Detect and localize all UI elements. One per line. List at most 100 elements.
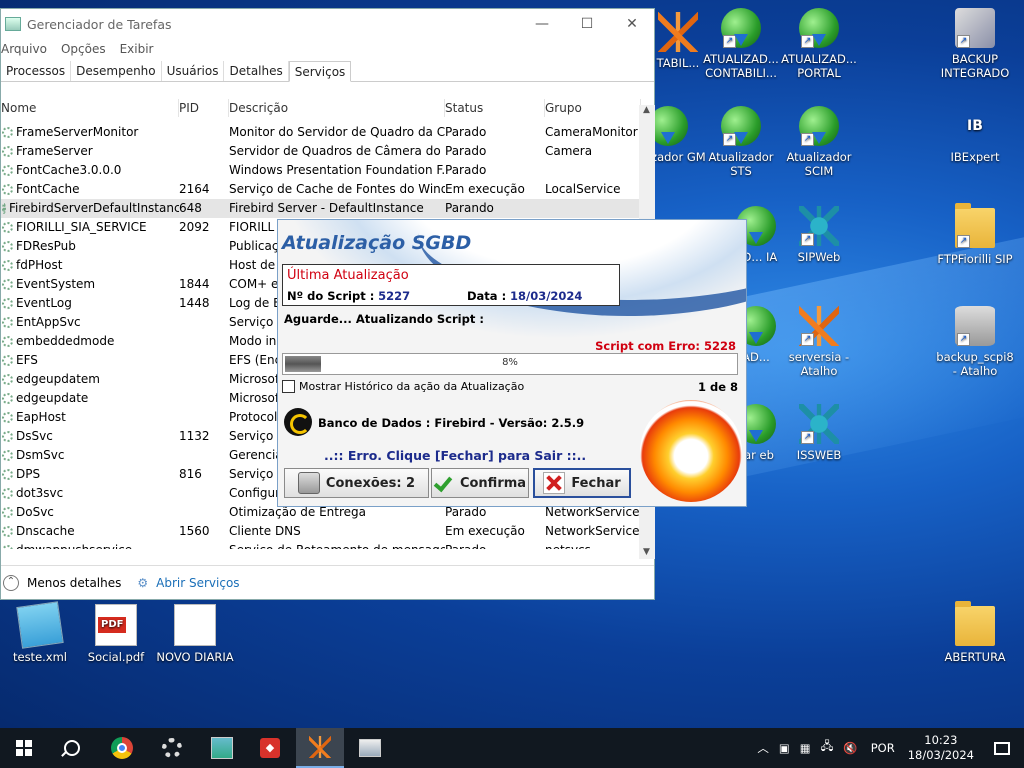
menu-exibir[interactable]: Exibir	[120, 42, 154, 56]
scroll-down-icon[interactable]: ▼	[643, 547, 650, 557]
service-name: FDResPub	[1, 237, 179, 256]
table-row[interactable]: FirebirdServerDefaultInstance 648 Firebird…	[1, 199, 641, 218]
connections-button[interactable]: Conexões: 2	[284, 468, 429, 498]
service-pid: 1448	[179, 296, 210, 310]
table-row[interactable]: FontCache 2164 Serviço de Cache de Fontes …	[1, 180, 641, 199]
language-indicator[interactable]: POR	[871, 741, 895, 755]
service-name-text: EventSystem	[16, 277, 96, 291]
service-gear-icon	[2, 260, 13, 271]
tab-detalhes[interactable]: Detalhes	[224, 61, 289, 81]
tray-expand-icon[interactable]: ︿	[757, 740, 769, 756]
table-row[interactable]: dmwappushservice Serviço de Roteamento de…	[1, 541, 641, 549]
taskbar-app-cabinet[interactable]	[198, 728, 246, 768]
column-header-pid[interactable]: PID	[179, 99, 229, 117]
desktop-icon-label: IBExpert	[950, 150, 1000, 164]
chevron-up-icon[interactable]: ⌃	[3, 575, 19, 591]
close-dialog-button[interactable]: Fechar	[533, 468, 631, 498]
desktop-icon-atualizador-contabil[interactable]: ↗ ATUALIZAD... CONTABILI...	[699, 8, 783, 80]
service-gear-icon	[2, 298, 13, 309]
service-gear-icon	[2, 374, 13, 385]
menu-opcoes[interactable]: Opções	[61, 42, 106, 56]
desktop-icon-issweb[interactable]: ↗ ISSWEB	[777, 404, 861, 462]
service-gear-icon	[2, 488, 13, 499]
column-header-status[interactable]: Status	[445, 99, 545, 117]
service-pid: 648	[179, 201, 202, 215]
service-name-text: DsSvc	[16, 429, 53, 443]
taskbar-sgbd-updater[interactable]	[296, 728, 344, 768]
red-x-icon	[543, 472, 566, 494]
tray-app-icon[interactable]: ▦	[800, 741, 811, 755]
open-services-link[interactable]: Abrir Serviços	[156, 576, 239, 590]
clock[interactable]: 10:23 18/03/2024	[908, 733, 974, 763]
column-header-grupo[interactable]: Grupo	[545, 99, 641, 117]
desktop-icon-backup-integrado[interactable]: ↗ BACKUP INTEGRADO	[933, 8, 1017, 80]
service-name-text: Dnscache	[16, 524, 75, 538]
desktop-icon-atualizador-sts[interactable]: ↗ Atualizador STS	[699, 106, 783, 178]
taskbar-chrome[interactable]	[98, 728, 146, 768]
notifications-icon[interactable]	[994, 741, 1010, 755]
globe-download-icon: ↗	[721, 8, 761, 48]
desktop-icon-teste-xml[interactable]: teste.xml	[0, 601, 82, 664]
desktop-icon-novo-diaria[interactable]: NOVO DIARIA	[153, 604, 237, 664]
taskbar-anydesk[interactable]: ◆	[246, 728, 294, 768]
checkmark-icon	[434, 473, 454, 493]
folder-icon: ↗	[955, 203, 995, 248]
service-desc: Windows Presentation Foundation F...	[229, 163, 445, 177]
error-message: ..:: Erro. Clique [Fechar] para Sair ::.…	[324, 448, 587, 463]
table-row[interactable]: Dnscache 1560 Cliente DNS Em execução Networ…	[1, 522, 641, 541]
desktop-icon-abertura[interactable]: ABERTURA	[933, 601, 1017, 664]
globe-download-icon: ↗	[721, 106, 761, 146]
menu-arquivo[interactable]: Arquivo	[1, 42, 47, 56]
less-details-link[interactable]: Menos detalhes	[27, 576, 121, 590]
maximize-button[interactable]: ☐	[564, 9, 610, 39]
firebird-logo-icon	[640, 400, 742, 502]
tab-desempenho[interactable]: Desempenho	[71, 61, 162, 81]
close-button[interactable]: ✕	[609, 9, 655, 39]
tray-device-icon[interactable]: ▣	[779, 741, 790, 755]
desktop-icon-backup-scpi8[interactable]: ↗ backup_scpi8 - Atalho	[933, 306, 1017, 378]
search-button[interactable]	[48, 728, 96, 768]
orange-knot-icon: ↗	[799, 306, 839, 346]
desktop-icon-atualizador-scim[interactable]: ↗ Atualizador SCIM	[777, 106, 861, 178]
service-pid	[179, 256, 229, 275]
blank-file-icon	[174, 604, 216, 646]
desktop-icon-label: ATUALIZAD... PORTAL	[781, 52, 857, 80]
scroll-up-icon[interactable]: ▲	[643, 105, 650, 115]
service-group: netsvcs	[545, 541, 641, 549]
service-name-text: DsmSvc	[16, 448, 65, 462]
desktop-icon-sipweb[interactable]: ↗ SIPWeb	[777, 206, 861, 264]
desktop-icon-ibexpert[interactable]: IB IBExpert	[933, 106, 1017, 164]
title-bar[interactable]: Gerenciador de Tarefas — ☐ ✕	[1, 9, 654, 39]
column-header-nome[interactable]: Nome	[1, 99, 179, 117]
confirm-button[interactable]: Confirma	[431, 468, 529, 498]
start-button[interactable]	[0, 728, 48, 768]
service-pid	[179, 332, 229, 351]
history-option[interactable]: Mostrar Histórico da ação da Atualização	[282, 380, 524, 393]
table-row[interactable]: FrameServer Servidor de Quadros de Câmera…	[1, 142, 641, 161]
desktop-icon-serversia[interactable]: ↗ serversia - Atalho	[777, 306, 861, 378]
progress-bar: 8%	[282, 353, 738, 375]
minimize-button[interactable]: —	[519, 9, 565, 39]
taskbar-task-manager[interactable]	[346, 728, 394, 768]
network-icon[interactable]: 🖧	[821, 739, 834, 758]
desktop-icon-social-pdf[interactable]: PDF Social.pdf	[74, 604, 158, 664]
column-header-descricao[interactable]: Descrição	[229, 99, 445, 117]
desktop-icon-ftpfiorilli-sip[interactable]: ↗ FTPFiorilli SIP	[933, 203, 1017, 266]
service-gear-icon	[2, 507, 13, 518]
tab-servicos[interactable]: Serviços	[288, 61, 352, 82]
service-name-text: edgeupdate	[16, 391, 89, 405]
history-checkbox[interactable]	[282, 380, 295, 393]
desktop-icon-atualizador-portal[interactable]: ↗ ATUALIZAD... PORTAL	[777, 8, 861, 80]
service-name: dot3svc	[1, 484, 179, 503]
table-row[interactable]: FontCache3.0.0.0 Windows Presentation Fou…	[1, 161, 641, 180]
service-name: FirebirdServerDefaultInstance	[1, 199, 179, 218]
script-number: Nº do Script : 5227	[287, 289, 411, 303]
backup-tools-icon: ↗	[955, 8, 995, 48]
taskbar-settings-tool[interactable]	[148, 728, 196, 768]
table-row[interactable]: FrameServerMonitor Monitor do Servidor de…	[1, 123, 641, 142]
volume-muted-icon[interactable]: 🔇	[843, 741, 857, 755]
tab-usuarios[interactable]: Usuários	[162, 61, 225, 81]
tab-processos[interactable]: Processos	[1, 61, 72, 81]
service-gear-icon	[2, 165, 13, 176]
service-name: EntAppSvc	[1, 313, 179, 332]
